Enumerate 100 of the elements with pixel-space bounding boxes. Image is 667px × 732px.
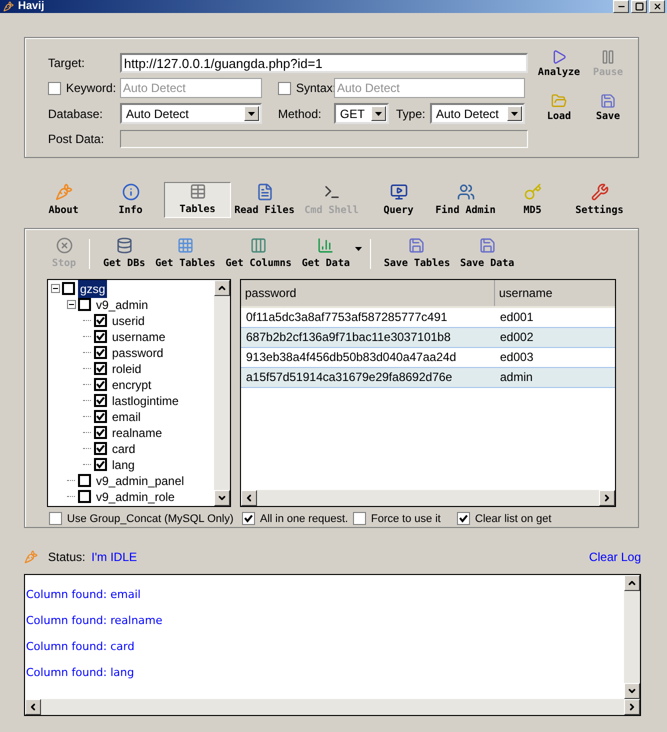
checkbox[interactable] xyxy=(78,298,91,311)
tree-item[interactable]: lastlogintime xyxy=(110,392,181,410)
checkbox[interactable] xyxy=(278,82,291,94)
checkbox[interactable] xyxy=(353,512,366,526)
checkbox[interactable] xyxy=(94,346,107,359)
tree-item[interactable]: username xyxy=(110,328,168,346)
play-icon xyxy=(551,49,567,65)
checkbox[interactable] xyxy=(48,82,61,94)
checkbox[interactable] xyxy=(94,442,107,455)
toolbar-button[interactable]: Save Tables xyxy=(378,236,456,271)
results-grid[interactable]: password username 0f11a5dc3a8af7753af587285777c491 ed001 687b2b2cf136a9f71bac11e3037101b8 ed002 913eb38a4f456db50b83d040a47aa24d ed003 a15f57d51914ca31679e29fa8692d76e admin xyxy=(240,278,616,506)
checkbox[interactable] xyxy=(49,512,62,526)
clear-log-link[interactable]: Clear Log xyxy=(588,548,641,566)
scrollbar[interactable] xyxy=(25,699,640,715)
window-title: Havij xyxy=(18,1,44,12)
checkbox[interactable] xyxy=(62,282,75,295)
column-header[interactable]: username xyxy=(495,280,615,306)
tree-item[interactable]: v9_admin xyxy=(94,296,150,314)
scrollbar[interactable] xyxy=(241,490,615,506)
checkbox[interactable] xyxy=(94,314,107,327)
carrot-icon xyxy=(24,550,38,564)
syntax-field[interactable]: Auto Detect xyxy=(334,78,525,98)
checkbox[interactable] xyxy=(78,474,91,487)
toolbar-button[interactable]: Analyze xyxy=(534,49,584,85)
table-cell-text: ed003 xyxy=(499,349,534,366)
checkbox[interactable] xyxy=(94,458,107,471)
data-icon xyxy=(317,236,334,254)
field-label: Post Data: xyxy=(48,131,106,148)
tab[interactable]: Read Files xyxy=(231,182,298,218)
dropdown[interactable]: Auto Detect xyxy=(120,103,262,124)
maximize-button[interactable] xyxy=(631,0,647,13)
tree-item[interactable]: lang xyxy=(110,456,137,474)
scroll-left-icon[interactable] xyxy=(244,492,254,502)
status-text: I'm IDLE xyxy=(91,549,137,566)
scroll-left-icon[interactable] xyxy=(28,702,38,712)
scroll-right-icon[interactable] xyxy=(627,702,637,712)
minimize-button[interactable] xyxy=(613,0,629,13)
checkbox[interactable] xyxy=(94,378,107,391)
expander-icon[interactable] xyxy=(66,300,76,309)
field-label: Syntax: xyxy=(296,80,336,97)
log-line: Column found: card xyxy=(26,639,136,655)
field-label: Method: xyxy=(278,106,322,122)
tab[interactable]: Info xyxy=(97,182,164,218)
tree-view[interactable]: gzsg v9_admin userid username password roleid encrypt lastlogintime email realname card lang v9_admin_panel v9_admin_role xyxy=(47,278,231,506)
option-label: Force to use it xyxy=(371,512,441,526)
tree-item[interactable]: v9_admin_panel xyxy=(94,472,186,490)
toolbar-button[interactable]: Get Data xyxy=(296,236,355,271)
checkbox[interactable] xyxy=(94,330,107,343)
toolbar-button[interactable]: Get Columns xyxy=(220,236,297,271)
tree-item[interactable]: roleid xyxy=(110,360,144,378)
tab[interactable]: Find Admin xyxy=(432,182,499,218)
table-cell-text: 0f11a5dc3a8af7753af587285777c491 xyxy=(245,309,448,326)
tree-item[interactable]: password xyxy=(110,344,166,362)
toolbar-button[interactable]: Save xyxy=(586,93,630,129)
key-icon xyxy=(524,182,542,200)
scroll-down-icon[interactable] xyxy=(627,686,637,696)
tree-item[interactable]: card xyxy=(110,440,138,458)
table-cell-text: ed002 xyxy=(499,329,534,346)
tree-item[interactable]: userid xyxy=(110,312,147,330)
checkbox[interactable] xyxy=(94,410,107,423)
keyword-field[interactable]: Auto Detect xyxy=(120,78,262,98)
field-label: Keyword: xyxy=(66,80,116,97)
target-field[interactable]: http://127.0.0.1/guangda.php?id=1 xyxy=(120,53,528,73)
checkbox[interactable] xyxy=(457,512,470,526)
expander-icon[interactable] xyxy=(50,284,60,293)
tab[interactable]: About xyxy=(30,182,97,218)
tab[interactable]: Query xyxy=(365,182,432,218)
toolbar-button[interactable]: Load xyxy=(534,93,584,129)
checkbox[interactable] xyxy=(94,362,107,375)
table-cell-text: 687b2b2cf136a9f71bac11e3037101b8 xyxy=(245,329,452,346)
maximize-icon xyxy=(634,2,644,11)
dropdown[interactable]: Auto Detect xyxy=(430,103,525,124)
tree-item[interactable]: realname xyxy=(110,424,164,442)
toolbar-button[interactable]: Get DBs xyxy=(98,236,150,271)
tab[interactable]: Tables xyxy=(164,182,231,218)
toolbar-button[interactable]: Save Data xyxy=(455,236,520,271)
checkbox[interactable] xyxy=(78,490,91,503)
tree-item[interactable]: gzsg xyxy=(78,280,108,298)
column-header[interactable]: password xyxy=(241,280,495,306)
caret-icon[interactable] xyxy=(354,246,362,251)
checkbox[interactable] xyxy=(242,512,255,526)
tree-item[interactable]: email xyxy=(110,408,143,426)
scroll-right-icon[interactable] xyxy=(602,492,612,502)
tree-item[interactable]: encrypt xyxy=(110,376,154,394)
scrollbar[interactable] xyxy=(214,280,230,506)
tab[interactable]: Settings xyxy=(566,182,633,218)
post-data-field[interactable] xyxy=(120,130,528,148)
scroll-up-icon[interactable] xyxy=(627,578,637,588)
tools-icon xyxy=(590,182,608,200)
scrollbar[interactable] xyxy=(624,575,640,699)
table-icon xyxy=(188,183,206,200)
tree-item[interactable]: v9_admin_role xyxy=(94,488,177,506)
toolbar-button[interactable]: Get Tables xyxy=(150,236,220,271)
dropdown[interactable]: GET xyxy=(334,103,389,124)
checkbox[interactable] xyxy=(94,426,107,439)
tab[interactable]: MD5 xyxy=(499,182,566,218)
stop-icon xyxy=(56,236,73,254)
close-button[interactable] xyxy=(649,0,665,13)
log-line: Column found: lang xyxy=(26,665,136,681)
checkbox[interactable] xyxy=(94,394,107,407)
